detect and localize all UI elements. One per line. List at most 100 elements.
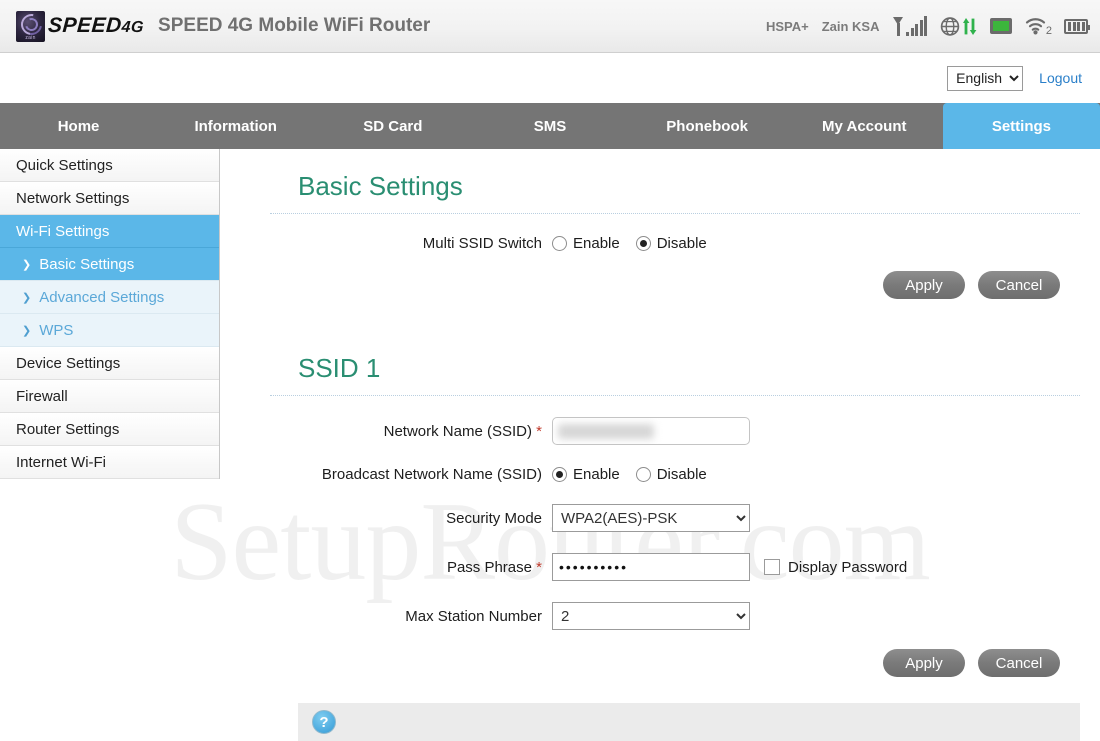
footer-bar: ? xyxy=(298,703,1080,741)
nav-item-settings[interactable]: Settings xyxy=(942,103,1100,149)
multi-ssid-disable-option[interactable]: Disable xyxy=(635,235,707,252)
divider xyxy=(270,395,1080,396)
nav-item-information[interactable]: Information xyxy=(157,103,314,149)
required-marker: * xyxy=(536,558,542,576)
basic-settings-heading: Basic Settings xyxy=(298,171,463,201)
body-wrapper: Quick Settings Network Settings Wi-Fi Sett… xyxy=(0,149,1100,741)
sidebar-item-label: Device Settings xyxy=(16,354,121,372)
apply-button[interactable]: Apply xyxy=(883,271,965,299)
sidebar-item-network-settings[interactable]: Network Settings xyxy=(0,182,219,215)
security-mode-row: Security Mode WPA2(AES)-PSK xyxy=(270,504,1080,532)
nav-item-label: My Account xyxy=(822,117,907,135)
sidebar-item-label: Network Settings xyxy=(16,189,130,207)
wifi-icon: 2 xyxy=(1025,16,1052,37)
utility-row: English Logout xyxy=(0,53,1100,103)
nav-item-label: Information xyxy=(194,117,277,135)
broadcast-ssid-row: Broadcast Network Name (SSID) Enable Dis… xyxy=(270,466,1080,483)
nav-item-sms[interactable]: SMS xyxy=(471,103,628,149)
sidebar-item-label: Firewall xyxy=(16,387,68,405)
chevron-right-icon: ❯ xyxy=(22,324,32,337)
network-type-label: HSPA+ xyxy=(765,18,809,34)
globe-data-transfer-icon xyxy=(940,16,977,37)
apply-button[interactable]: Apply xyxy=(883,649,965,677)
main-nav: Home Information SD Card SMS Phonebook My Acc… xyxy=(0,103,1100,149)
cancel-button[interactable]: Cancel xyxy=(978,271,1060,299)
page-title: SPEED 4G Mobile WiFi Router xyxy=(158,15,431,36)
sidebar-item-label: Router Settings xyxy=(16,420,120,438)
battery-icon xyxy=(1064,18,1090,34)
basic-settings-button-row: Apply Cancel xyxy=(270,271,1080,299)
sidebar-item-router-settings[interactable]: Router Settings xyxy=(0,413,219,446)
multi-ssid-enable-option[interactable]: Enable xyxy=(552,235,620,252)
broadcast-ssid-radio-group: Enable Disable xyxy=(552,466,707,483)
broadcast-ssid-label: Broadcast Network Name (SSID) xyxy=(321,466,542,483)
zain-logo-icon: zain xyxy=(16,10,45,42)
sidebar-item-label: Wi-Fi Settings xyxy=(16,222,110,240)
broadcast-enable-label: Enable xyxy=(573,466,620,483)
sidebar-item-label: Advanced Settings xyxy=(39,288,165,306)
broadcast-enable-option[interactable]: Enable xyxy=(552,466,620,483)
redaction-block xyxy=(558,424,654,439)
sidebar-item-basic-settings[interactable]: ❯ Basic Settings xyxy=(0,248,219,281)
zain-logo-label: zain xyxy=(25,34,36,41)
sidebar-item-device-settings[interactable]: Device Settings xyxy=(0,347,219,380)
sidebar-item-label: Basic Settings xyxy=(39,255,135,273)
sd-card-icon xyxy=(990,18,1012,34)
pass-phrase-row: Pass Phrase * •••••••••• Display Passwor… xyxy=(270,553,1080,581)
radio-circle-icon[interactable] xyxy=(552,236,567,251)
network-name-input[interactable] xyxy=(552,417,750,445)
sidebar-item-advanced-settings[interactable]: ❯ Advanced Settings xyxy=(0,281,219,314)
multi-ssid-disable-label: Disable xyxy=(656,235,707,252)
multi-ssid-label: Multi SSID Switch xyxy=(422,235,542,252)
nav-item-my-account[interactable]: My Account xyxy=(786,103,943,149)
ssid1-heading: SSID 1 xyxy=(298,353,381,383)
sidebar-item-label: Quick Settings xyxy=(16,156,113,174)
sidebar: Quick Settings Network Settings Wi-Fi Sett… xyxy=(0,149,220,479)
checkbox-icon[interactable] xyxy=(764,559,780,575)
nav-item-home[interactable]: Home xyxy=(0,103,157,149)
max-station-label: Max Station Number xyxy=(405,607,542,625)
help-icon[interactable]: ? xyxy=(312,710,336,734)
language-select[interactable]: English xyxy=(947,65,1024,91)
nav-item-label: SD Card xyxy=(363,117,423,135)
display-password-label: Display Password xyxy=(788,558,908,576)
max-station-select[interactable]: 2 xyxy=(552,602,750,630)
radio-circle-icon[interactable] xyxy=(635,236,651,251)
cancel-button[interactable]: Cancel xyxy=(978,649,1060,677)
speed4g-wordmark: SPEED4G xyxy=(47,14,145,37)
network-name-row: Network Name (SSID) * xyxy=(270,417,1080,445)
ssid1-button-row: Apply Cancel xyxy=(270,649,1080,677)
nav-item-label: SMS xyxy=(533,117,567,135)
pass-phrase-label: Pass Phrase * xyxy=(446,558,542,576)
broadcast-disable-label: Disable xyxy=(656,466,707,483)
max-station-row: Max Station Number 2 xyxy=(270,602,1080,630)
nav-item-label: Settings xyxy=(991,117,1051,135)
sidebar-item-quick-settings[interactable]: Quick Settings xyxy=(0,149,219,182)
nav-item-sd-card[interactable]: SD Card xyxy=(314,103,471,149)
nav-item-phonebook[interactable]: Phonebook xyxy=(629,103,786,149)
nav-item-label: Phonebook xyxy=(666,117,748,135)
multi-ssid-row: Multi SSID Switch Enable Disable xyxy=(270,235,1080,252)
security-mode-select[interactable]: WPA2(AES)-PSK xyxy=(552,504,750,532)
carrier-label: Zain KSA xyxy=(821,18,880,34)
nav-item-label: Home xyxy=(57,117,100,135)
radio-circle-icon[interactable] xyxy=(635,467,651,482)
security-mode-label: Security Mode xyxy=(446,509,542,527)
multi-ssid-radio-group: Enable Disable xyxy=(552,235,707,252)
broadcast-disable-option[interactable]: Disable xyxy=(635,466,707,483)
sidebar-item-label: WPS xyxy=(39,321,74,339)
sidebar-item-internet-wi-fi[interactable]: Internet Wi-Fi xyxy=(0,446,219,479)
radio-circle-icon[interactable] xyxy=(552,467,567,482)
wifi-client-count: 2 xyxy=(1045,25,1052,37)
chevron-right-icon: ❯ xyxy=(22,291,32,304)
sidebar-item-wi-fi-settings[interactable]: Wi-Fi Settings xyxy=(0,215,219,248)
status-bar: HSPA+ Zain KSA 2 xyxy=(765,0,1090,52)
display-password-toggle[interactable]: Display Password xyxy=(764,559,907,576)
pass-phrase-input[interactable]: •••••••••• xyxy=(552,553,750,581)
sidebar-item-label: Internet Wi-Fi xyxy=(16,453,107,471)
sidebar-item-firewall[interactable]: Firewall xyxy=(0,380,219,413)
sidebar-item-wps[interactable]: ❯ WPS xyxy=(0,314,219,347)
divider xyxy=(270,213,1080,214)
signal-bars-icon xyxy=(892,16,927,36)
logout-link[interactable]: Logout xyxy=(1039,70,1082,86)
